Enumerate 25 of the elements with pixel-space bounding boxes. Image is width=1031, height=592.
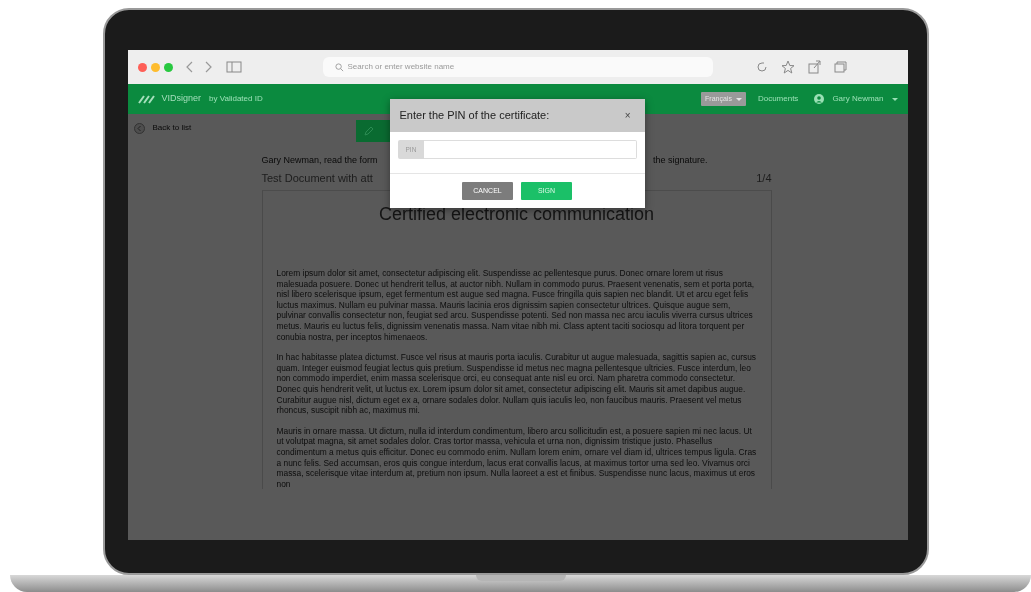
maximize-window-icon[interactable]	[163, 62, 173, 72]
nav-link[interactable]: Documents	[757, 93, 799, 105]
minimize-window-icon[interactable]	[150, 62, 160, 72]
sidebar-icon[interactable]	[224, 59, 243, 75]
caret-icon	[735, 96, 742, 102]
brand-tagline: by Validated ID	[209, 93, 263, 105]
close-window-icon[interactable]	[137, 62, 147, 72]
document-title: Certified electronic communication	[377, 203, 656, 226]
brand-name[interactable]: VIDsigner	[161, 92, 201, 106]
instruction-text: Gary Newman, read the form	[261, 154, 378, 167]
search-icon	[334, 62, 344, 72]
user-icon	[814, 94, 825, 104]
pen-icon	[363, 126, 374, 136]
back-circle-icon	[133, 122, 145, 134]
caret-icon	[891, 96, 898, 102]
address-placeholder: Search or enter website name	[347, 61, 455, 73]
dialog-title: Enter the PIN of the certificate:	[399, 108, 550, 124]
page-counter: 1/4	[756, 170, 772, 186]
address-bar[interactable]: Search or enter website name	[322, 57, 713, 77]
logo-icon	[137, 94, 158, 104]
pin-field[interactable]	[424, 140, 637, 159]
instruction-text: the signature.	[652, 154, 708, 167]
close-button[interactable]: ×	[620, 108, 635, 123]
sign-button[interactable]	[355, 120, 390, 142]
user-menu[interactable]: Gary Newman	[832, 93, 884, 105]
